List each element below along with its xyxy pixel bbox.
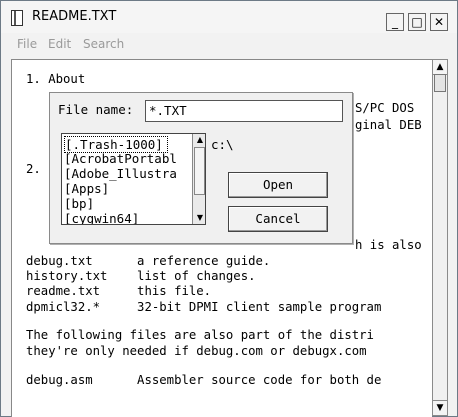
text-line: history.txt list of changes. — [26, 269, 256, 283]
text-line: debug.asm Assembler source code for both… — [26, 373, 382, 387]
list-scrollbar[interactable]: ▲ ▼ — [192, 134, 205, 224]
list-item[interactable]: [cygwin64] — [64, 211, 139, 224]
menu-edit[interactable]: Edit — [48, 37, 71, 51]
menu-search[interactable]: Search — [83, 37, 124, 51]
close-button[interactable]: ✕ — [430, 13, 448, 31]
list-item[interactable]: [Apps] — [64, 181, 109, 196]
menu-file[interactable]: File — [17, 37, 37, 51]
vertical-scrollbar[interactable]: ▲ ▼ — [432, 59, 448, 416]
text-line: The following files are also part of the… — [26, 328, 374, 342]
menu-bar: File Edit Search — [1, 35, 457, 53]
minimize-button[interactable]: _ — [386, 13, 404, 31]
text-line: they're only needed if debug.com or debu… — [26, 344, 367, 358]
title-bar[interactable]: README.TXT _ □ ✕ — [1, 1, 457, 33]
text-line: dpmicl32.* 32-bit DPMI client sample pro… — [26, 300, 382, 314]
scroll-up-icon[interactable]: ▲ — [433, 60, 447, 75]
text-line: S/PC DOS — [355, 101, 415, 115]
filename-label: File name: — [58, 102, 134, 117]
text-line: ginal DEB — [355, 118, 422, 132]
text-line: h is also — [355, 238, 422, 252]
list-item[interactable]: [Adobe_Illustra — [64, 166, 177, 181]
list-item[interactable]: [AcrobatPortabl — [64, 151, 177, 166]
text-line: 2. — [26, 162, 41, 176]
notepad-window: README.TXT _ □ ✕ File Edit Search 1. Abo… — [0, 0, 458, 417]
list-scroll-thumb[interactable] — [194, 147, 205, 195]
cancel-button[interactable]: Cancel — [228, 206, 328, 232]
filename-input[interactable]: *.TXT — [145, 100, 343, 122]
open-button[interactable]: Open — [228, 172, 328, 198]
list-item[interactable]: [bp] — [64, 196, 94, 211]
list-scroll-up-icon[interactable]: ▲ — [193, 134, 205, 146]
current-directory: c:\ — [211, 137, 234, 152]
open-file-dialog: File name: *.TXT c:\ [.Trash-1000] [Acro… — [49, 92, 353, 244]
maximize-button[interactable]: □ — [408, 13, 426, 31]
directory-list[interactable]: [.Trash-1000] [AcrobatPortabl [Adobe_Ill… — [61, 133, 206, 225]
text-line: debug.txt a reference guide. — [26, 254, 271, 268]
scroll-thumb[interactable] — [434, 74, 446, 92]
text-line: 1. About — [26, 72, 86, 86]
document-icon — [11, 10, 23, 26]
list-scroll-down-icon[interactable]: ▼ — [193, 212, 205, 224]
scroll-down-icon[interactable]: ▼ — [433, 400, 447, 415]
text-line: readme.txt this file. — [26, 284, 212, 298]
window-title: README.TXT — [32, 9, 117, 24]
